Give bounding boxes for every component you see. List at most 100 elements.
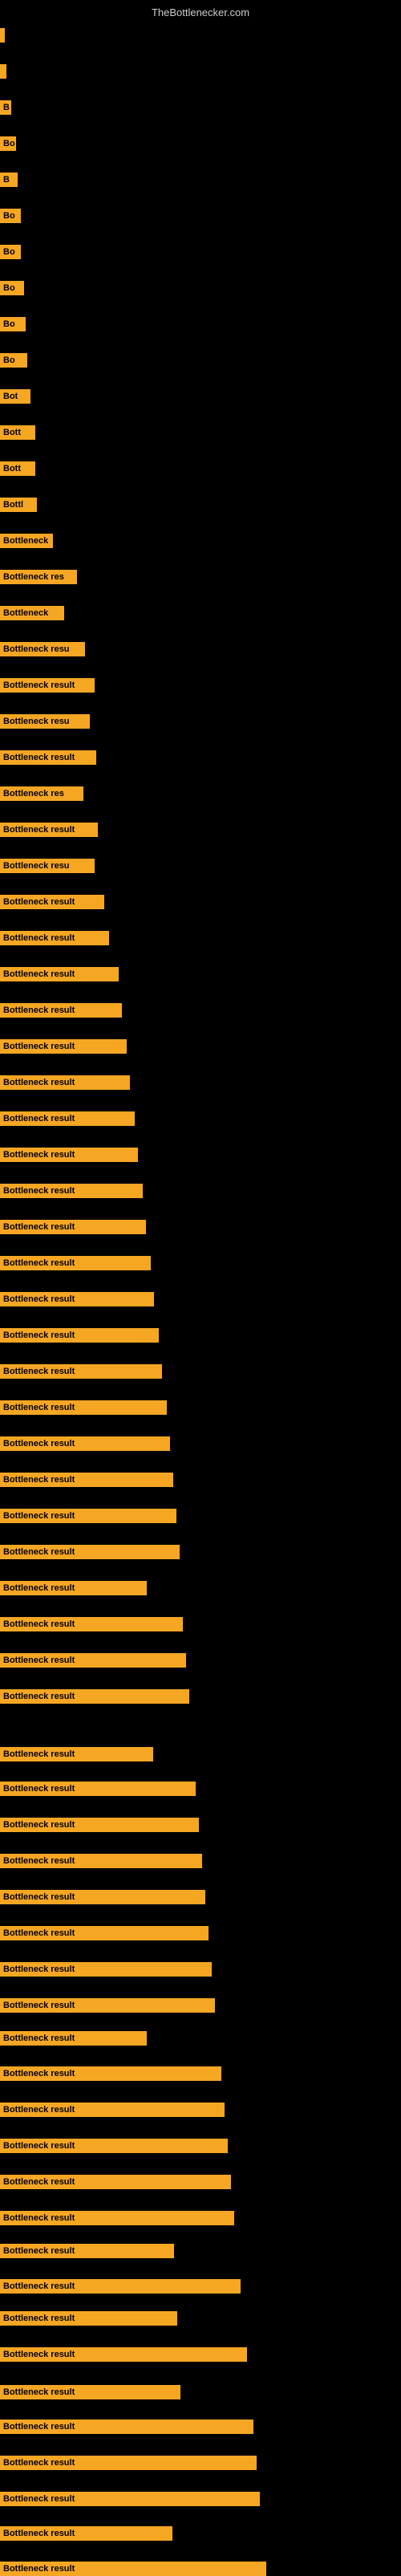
bar-item: Bottleneck result [0, 1782, 196, 1796]
bar-label: Bottleneck result [0, 1509, 176, 1523]
bar-item: Bottleneck result [0, 2420, 253, 2434]
bar-label: Bottl [0, 498, 37, 512]
bar-label: Bottleneck result [0, 1890, 205, 1904]
bar-item: Bottleneck result [0, 1890, 205, 1904]
bar-label: Bottleneck result [0, 1747, 153, 1761]
bar-label: Bo [0, 317, 26, 331]
bar-label: Bottleneck result [0, 2385, 180, 2399]
bar-label: Bottleneck result [0, 1292, 154, 1306]
bar-label: Bottleneck result [0, 823, 98, 837]
bar-label: Bottleneck result [0, 2139, 228, 2153]
site-title: TheBottlenecker.com [0, 0, 401, 22]
bar-label: Bottleneck result [0, 1436, 170, 1451]
bar-label: Bott [0, 461, 35, 476]
bar-item: Bottleneck result [0, 2526, 172, 2541]
bar-label: Bottleneck result [0, 678, 95, 693]
bar-item: Bottleneck result [0, 1256, 151, 1270]
bar-label: Bottleneck result [0, 1111, 135, 1126]
bar-label [0, 28, 5, 43]
bar-item: Bottleneck result [0, 823, 98, 837]
bar-item: Bottleneck result [0, 2031, 147, 2046]
bar-item: Bottleneck result [0, 1545, 180, 1559]
bar-item: Bottleneck resu [0, 859, 95, 873]
bar-item: Bottleneck result [0, 1747, 153, 1761]
bar-item: Bottleneck result [0, 2139, 228, 2153]
bar-item: Bottleneck result [0, 2175, 231, 2189]
bar-label: Bottleneck result [0, 1998, 215, 2013]
bar-label: Bottleneck resu [0, 859, 95, 873]
bar-label: Bottleneck res [0, 570, 77, 584]
bar-label: Bottleneck result [0, 1926, 209, 1940]
bar-label: Bottleneck result [0, 1782, 196, 1796]
bar-item: Bott [0, 461, 35, 476]
bar-item [0, 64, 6, 79]
bar-item: Bottleneck result [0, 678, 95, 693]
bar-label: Bottleneck res [0, 786, 83, 801]
bar-label: Bottleneck result [0, 2562, 266, 2576]
bar-item: Bottleneck result [0, 2562, 266, 2576]
bar-label: Bottleneck result [0, 2244, 174, 2258]
bar-label: Bottleneck result [0, 967, 119, 981]
bar-item: B [0, 100, 11, 115]
bar-label: Bottleneck result [0, 2492, 260, 2506]
bar-label: Bottleneck result [0, 1818, 199, 1832]
bar-item: Bottleneck result [0, 1292, 154, 1306]
bar-item: Bottleneck res [0, 786, 83, 801]
bar-item: Bottleneck result [0, 1220, 146, 1234]
bar-label: Bottleneck result [0, 2347, 247, 2362]
bar-item: Bottleneck result [0, 1075, 130, 1090]
bar-item: Bottleneck result [0, 2456, 257, 2470]
bar-label: Bottleneck result [0, 931, 109, 945]
bar-item: Bottleneck result [0, 2103, 225, 2117]
bar-item: Bottleneck result [0, 895, 104, 909]
bar-label: Bottleneck result [0, 1328, 159, 1343]
bar-item: Bottleneck result [0, 1039, 127, 1054]
bar-item: Bo [0, 281, 24, 295]
bar-item: Bottleneck result [0, 1436, 170, 1451]
bar-item: Bottleneck result [0, 1111, 135, 1126]
bar-label: Bottleneck result [0, 1962, 212, 1977]
bar-label: Bot [0, 389, 30, 404]
bar-item: Bottleneck result [0, 2279, 241, 2294]
bar-item: Bottleneck result [0, 1003, 122, 1018]
bar-label: Bottleneck result [0, 2031, 147, 2046]
bar-item: Bottleneck result [0, 750, 96, 765]
bar-item: Bottleneck result [0, 1509, 176, 1523]
bar-label: Bottleneck result [0, 1473, 173, 1487]
bar-label: Bottleneck result [0, 1184, 143, 1198]
bar-label: Bo [0, 281, 24, 295]
bar-label: Bottleneck result [0, 1653, 186, 1668]
bar-item: Bottleneck result [0, 1926, 209, 1940]
bar-item: Bo [0, 353, 27, 368]
bar-label: Bo [0, 353, 27, 368]
bar-label: Bottleneck result [0, 1400, 167, 1415]
bar-item: Bottleneck result [0, 1962, 212, 1977]
bar-label: Bottleneck result [0, 2526, 172, 2541]
bar-item: Bottleneck result [0, 2244, 174, 2258]
bar-item: Bottleneck resu [0, 642, 85, 656]
bar-label: Bottleneck [0, 606, 64, 620]
bar-item: Bottleneck res [0, 570, 77, 584]
bar-item: Bottleneck result [0, 1998, 215, 2013]
bar-label: Bottleneck result [0, 1039, 127, 1054]
bar-label: Bo [0, 245, 21, 259]
bar-label: Bottleneck result [0, 2279, 241, 2294]
bar-label: Bottleneck result [0, 750, 96, 765]
bar-label: Bottleneck result [0, 2456, 257, 2470]
bar-label: Bottleneck result [0, 1545, 180, 1559]
bar-item: Bottleneck result [0, 1653, 186, 1668]
bar-item: Bottleneck result [0, 1473, 173, 1487]
bar-label: Bottleneck result [0, 2211, 234, 2225]
bar-item: Bottleneck [0, 606, 64, 620]
bar-item: Bo [0, 136, 16, 151]
bar-label: Bottleneck result [0, 2175, 231, 2189]
bar-label: Bo [0, 136, 16, 151]
bar-label: B [0, 173, 18, 187]
bar-label: Bott [0, 425, 35, 440]
bar-label [0, 64, 6, 79]
bar-label: Bottleneck result [0, 1256, 151, 1270]
bar-item: Bottleneck [0, 534, 53, 548]
bar-item: Bottleneck result [0, 2066, 221, 2081]
bar-label: Bottleneck result [0, 1689, 189, 1704]
bar-label: Bottleneck resu [0, 642, 85, 656]
